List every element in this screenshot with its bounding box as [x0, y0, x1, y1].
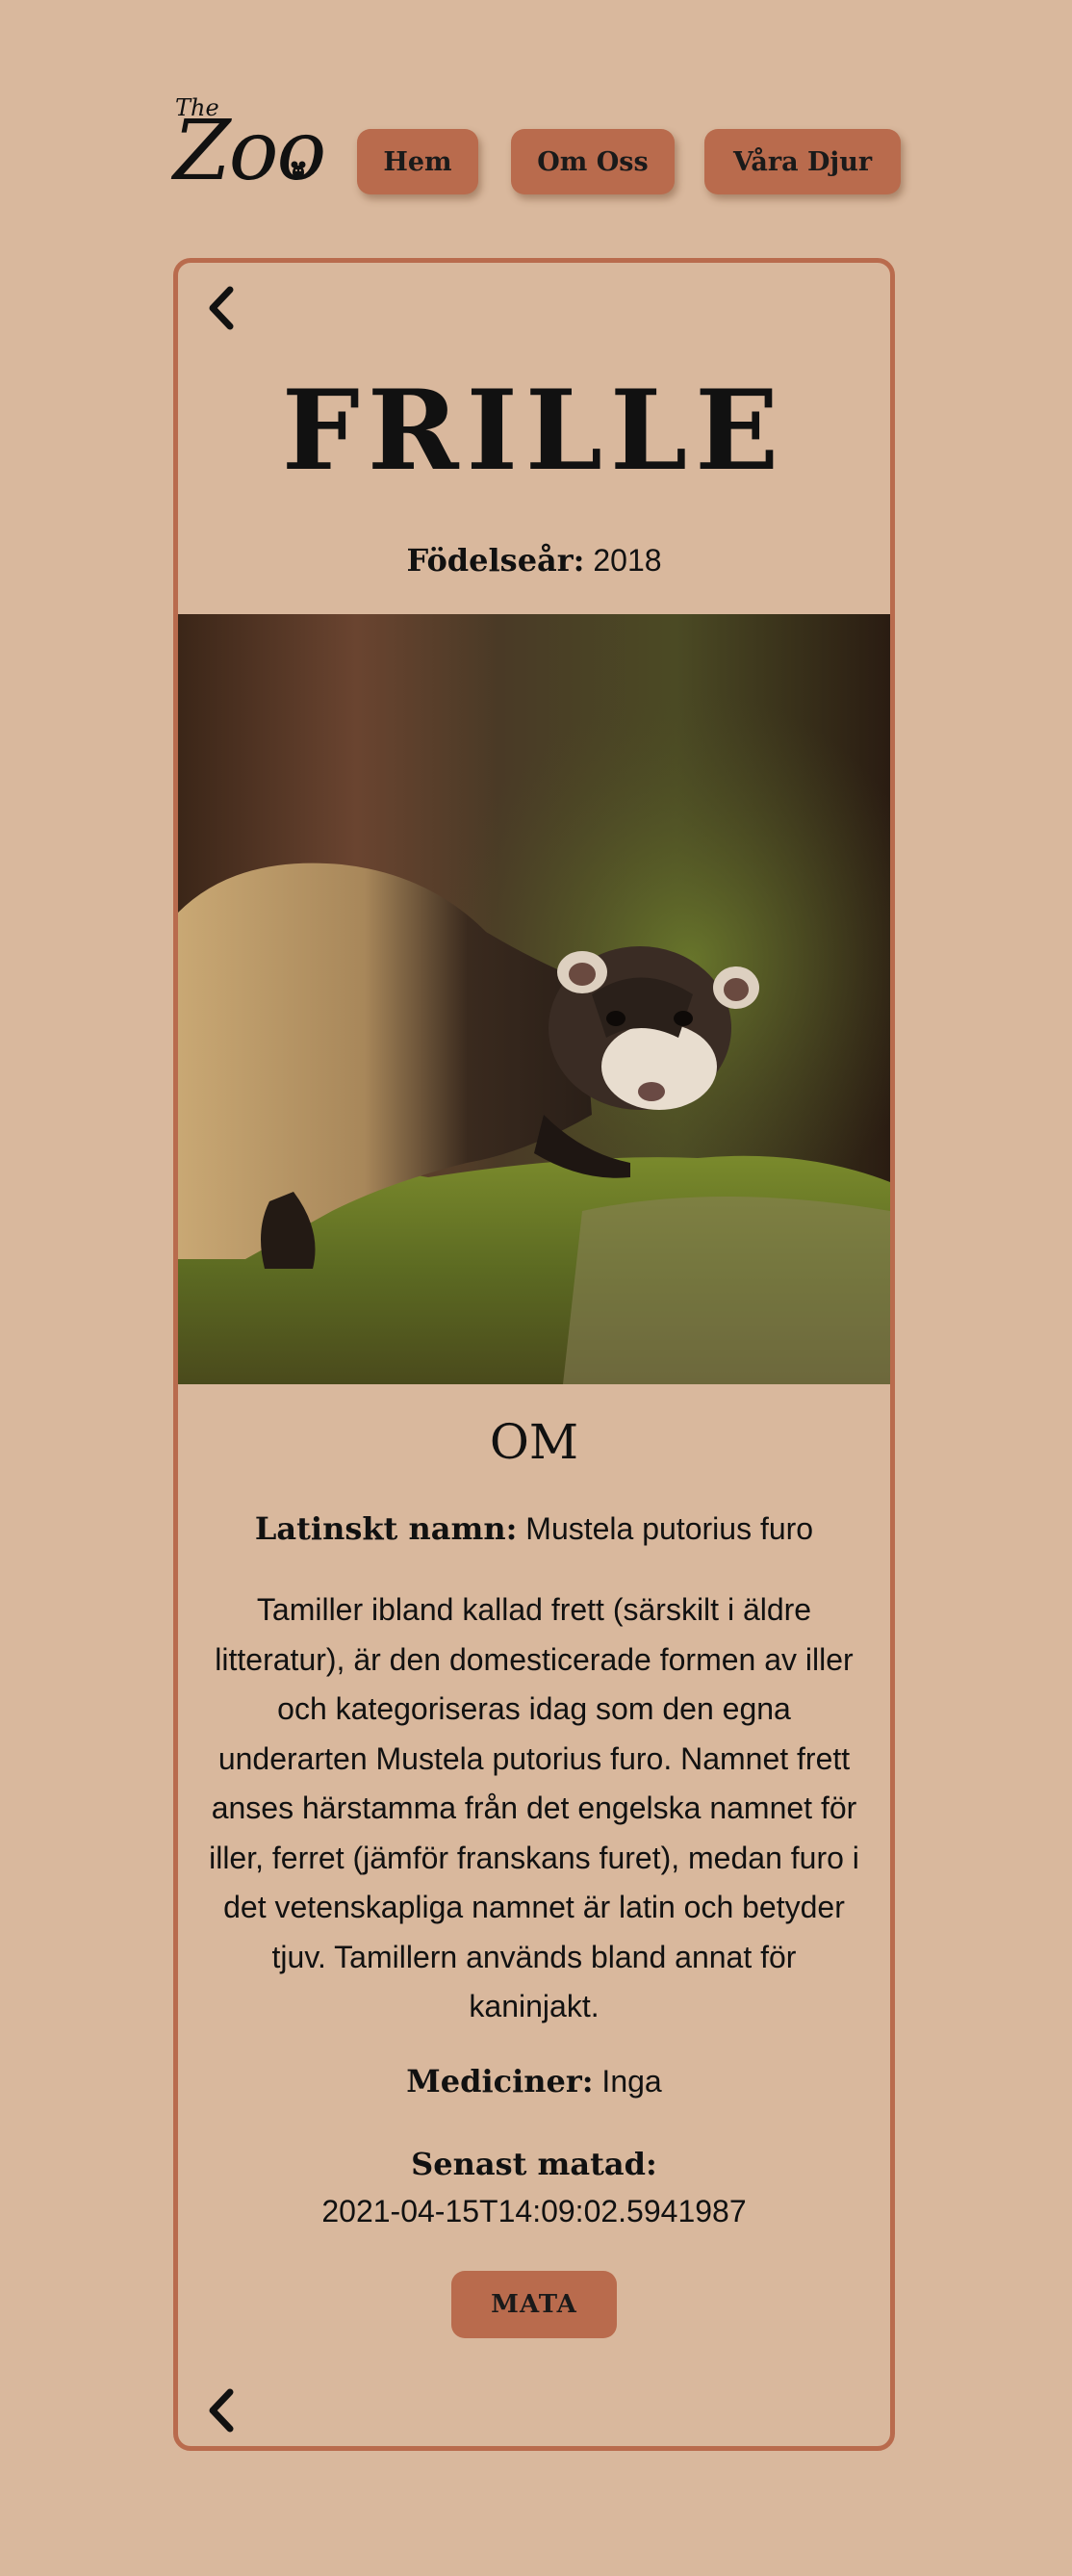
medicine-row: Mediciner: Inga — [178, 2063, 890, 2099]
nav-animals-button[interactable]: Våra Djur — [704, 129, 901, 194]
nav-home-button[interactable]: Hem — [357, 129, 478, 194]
animal-photo — [178, 614, 890, 1384]
animal-card: FRILLE Födelseår: 2018 OM Latinskt namn:… — [173, 258, 895, 2451]
zoo-logo[interactable]: The Zoo — [173, 92, 327, 198]
site-header: The Zoo Hem Om Oss Våra Djur — [173, 92, 901, 208]
birth-year-label: Födelseår: — [406, 542, 585, 579]
nav-about-button[interactable]: Om Oss — [511, 129, 675, 194]
chevron-left-icon[interactable] — [201, 2386, 240, 2434]
chevron-left-icon[interactable] — [201, 284, 240, 332]
about-heading: OM — [489, 1414, 579, 1470]
last-fed-value: 2021-04-15T14:09:02.5941987 — [321, 2194, 747, 2228]
animal-description: Tamiller ibland kallad frett (särskilt i… — [209, 1592, 859, 2023]
feed-button[interactable]: MATA — [451, 2271, 617, 2338]
birth-year-row: Födelseår: 2018 — [178, 542, 890, 579]
latin-name-row: Latinskt namn: Mustela putorius furo — [178, 1510, 890, 1547]
latin-name-value: Mustela putorius furo — [525, 1511, 814, 1546]
birth-year-value: 2018 — [593, 543, 662, 578]
latin-name-label: Latinskt namn: — [254, 1510, 518, 1547]
medicine-value: Inga — [601, 2064, 662, 2099]
medicine-label: Mediciner: — [406, 2063, 594, 2099]
last-fed-label: Senast matad: — [411, 2146, 657, 2182]
animal-name-title: FRILLE — [281, 366, 787, 495]
mouse-icon — [291, 161, 306, 179]
